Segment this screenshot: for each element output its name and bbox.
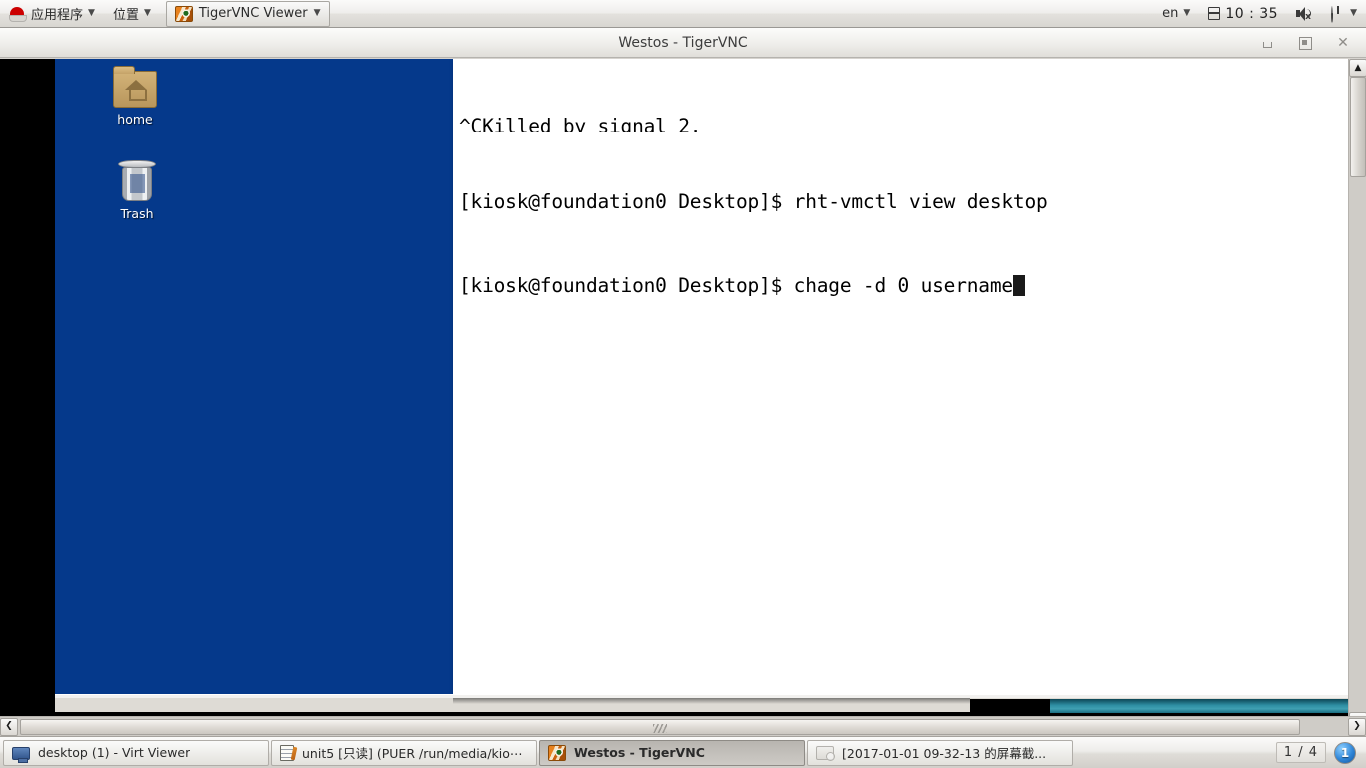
taskbar-item-screenshot[interactable]: [2017-01-01 09-32-13 的屏幕截...: [807, 739, 1073, 766]
taskbar-item-virt-viewer[interactable]: desktop (1) - Virt Viewer: [3, 739, 269, 766]
terminal-cursor: [1012, 275, 1025, 296]
screenshot-icon: [816, 746, 835, 761]
scroll-up-button[interactable]: ▲: [1349, 59, 1366, 77]
desktop-icon-trash[interactable]: Trash: [99, 160, 175, 221]
horizontal-scroll-trough[interactable]: [18, 717, 1348, 736]
vnc-remote-viewport[interactable]: home Trash ^CKilled by signal 2. [kiosk@…: [0, 59, 1348, 730]
taskbar-item-label: [2017-01-01 09-32-13 的屏幕截...: [842, 746, 1047, 761]
vnc-titlebar[interactable]: Westos - TigerVNC ✕: [0, 28, 1366, 58]
applications-menu-label: 应用程序: [31, 8, 84, 23]
terminal-command-text: [kiosk@foundation0 Desktop]$ chage -d 0 …: [459, 274, 1013, 297]
scroll-left-button[interactable]: ❮: [0, 717, 18, 736]
chevron-down-icon: ▼: [1183, 8, 1191, 18]
scroll-grip-icon: [653, 723, 667, 733]
workspace-count-label: 1 / 4: [1275, 742, 1326, 763]
horizontal-scroll-thumb[interactable]: [20, 718, 1300, 735]
workspace-current-indicator[interactable]: 1: [1334, 741, 1356, 764]
remote-taskbar[interactable]: [55, 694, 1348, 713]
monitor-icon: [12, 746, 30, 763]
close-button[interactable]: ✕: [1336, 36, 1350, 50]
clock-applet[interactable]: 10 : 35: [1199, 0, 1287, 28]
calendar-icon: [1207, 7, 1221, 20]
places-menu[interactable]: 位置 ▼: [104, 0, 160, 28]
desktop-icon-home-label: home: [117, 112, 153, 127]
chevron-down-icon: ▼: [88, 8, 95, 18]
volume-muted-icon: x: [1296, 6, 1313, 21]
remote-taskbar-teal-segment: [1050, 699, 1348, 713]
remote-desktop-surface[interactable]: home Trash ^CKilled by signal 2. [kiosk@…: [55, 59, 1348, 713]
vnc-window-title: Westos - TigerVNC: [618, 34, 748, 51]
folder-home-icon: [113, 66, 157, 108]
terminal-window[interactable]: ^CKilled by signal 2. [kiosk@foundation0…: [453, 59, 1348, 694]
chevron-down-icon: ▼: [1350, 8, 1357, 18]
desktop-icon-trash-label: Trash: [120, 206, 154, 221]
document-icon: [280, 744, 294, 761]
tigervnc-icon: [174, 5, 193, 22]
volume-applet[interactable]: x: [1287, 0, 1322, 28]
redhat-logo-icon: [9, 6, 27, 22]
places-menu-label: 位置: [112, 8, 139, 23]
terminal-line-current: [kiosk@foundation0 Desktop]$ chage -d 0 …: [459, 272, 1348, 300]
scroll-right-button[interactable]: ❯: [1348, 717, 1366, 736]
remote-taskbar-dark-segment: [970, 699, 1050, 713]
tigervnc-icon: [548, 744, 566, 761]
terminal-line: ^CKilled by signal 2.: [459, 115, 702, 132]
taskbar-item-label: unit5 [只读] (PUER /run/media/kio⋯: [302, 746, 523, 761]
maximize-button[interactable]: [1298, 36, 1312, 50]
vertical-scrollbar[interactable]: ▲ ▼: [1348, 59, 1366, 730]
trash-icon: [117, 160, 157, 202]
top-panel: 应用程序 ▼ 位置 ▼ TigerVNC Viewer ▼ en ▼ 10 : …: [0, 0, 1366, 28]
terminal-line: [kiosk@foundation0 Desktop]$ rht-vmctl v…: [459, 190, 1048, 213]
chevron-down-icon: ▼: [143, 8, 151, 18]
vertical-scroll-trough[interactable]: [1349, 77, 1366, 730]
horizontal-scrollbar[interactable]: ❮ ❯: [0, 716, 1366, 736]
taskbar-item-westos-tigervnc[interactable]: Westos - TigerVNC: [539, 739, 805, 766]
workspace-switcher[interactable]: 1 / 4 1: [1275, 741, 1364, 764]
keyboard-layout-indicator[interactable]: en ▼: [1153, 0, 1199, 28]
desktop-icon-home[interactable]: home: [97, 66, 173, 127]
taskbar-item-label: desktop (1) - Virt Viewer: [38, 745, 191, 760]
window-controls: ✕: [1260, 28, 1360, 58]
window-menu-label: TigerVNC Viewer: [198, 6, 308, 21]
remote-taskbar-shadow: [453, 698, 970, 704]
vertical-scroll-thumb[interactable]: [1350, 77, 1366, 177]
top-panel-status-area: en ▼ 10 : 35 x ▼: [1153, 0, 1366, 28]
tigervnc-viewer-window: Westos - TigerVNC ✕ home Trash ^CKilled …: [0, 28, 1366, 736]
window-menu-button[interactable]: TigerVNC Viewer ▼: [165, 0, 330, 27]
applications-menu[interactable]: 应用程序 ▼: [0, 0, 104, 28]
power-icon: [1331, 5, 1345, 23]
clock-label: 10 : 35: [1225, 5, 1279, 22]
minimize-button[interactable]: [1260, 36, 1274, 50]
terminal-output[interactable]: ^CKilled by signal 2. [kiosk@foundation0…: [457, 59, 1348, 694]
keyboard-layout-label: en: [1162, 6, 1179, 21]
bottom-taskbar: desktop (1) - Virt Viewer unit5 [只读] (PU…: [0, 736, 1366, 768]
taskbar-item-unit5-document[interactable]: unit5 [只读] (PUER /run/media/kio⋯: [271, 739, 537, 766]
taskbar-item-label: Westos - TigerVNC: [574, 745, 705, 760]
system-power-menu[interactable]: ▼: [1322, 0, 1366, 28]
chevron-down-icon: ▼: [313, 8, 321, 18]
